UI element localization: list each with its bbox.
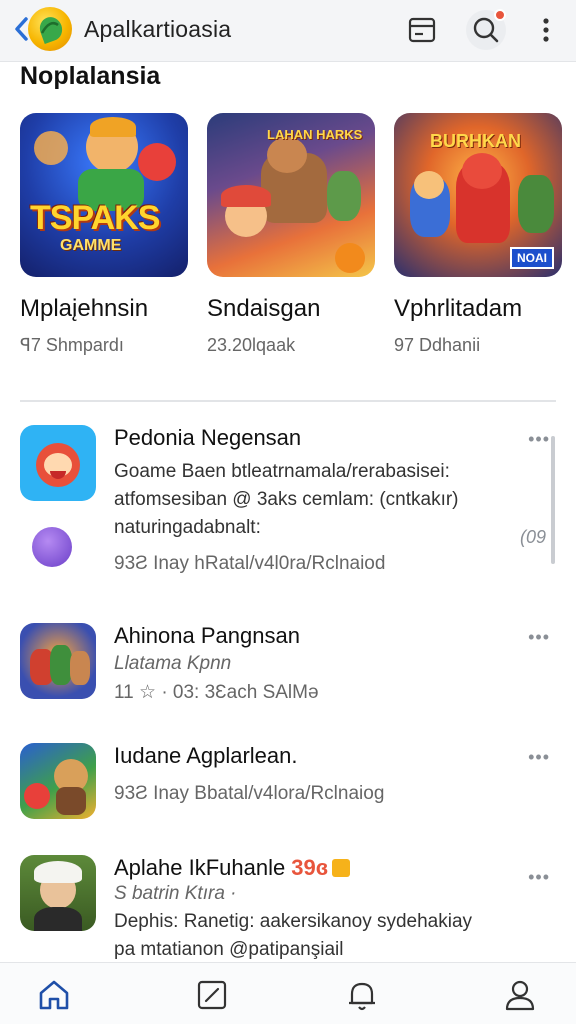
- game-thumbnail[interactable]: BURHKAN NOAI: [394, 113, 562, 277]
- edit-icon: [197, 980, 227, 1010]
- nav-profile[interactable]: [500, 975, 540, 1015]
- badge-count: 39ɞ: [291, 855, 329, 880]
- featured-name: Sndaisgan: [207, 295, 321, 322]
- thumbnail-word: TSPAKS: [30, 199, 160, 237]
- thumbnail-sub: GAMME: [60, 237, 122, 254]
- item-title: Aplahe IkFuhanle 39ɞ: [114, 855, 351, 881]
- nav-home[interactable]: [34, 975, 74, 1015]
- list-item[interactable]: Aplahe IkFuhanle 39ɞ S batrin Ktıra · Dep…: [20, 855, 556, 960]
- card-icon: [408, 17, 436, 43]
- more-vertical-icon: [543, 18, 549, 42]
- item-more-button[interactable]: •••: [528, 429, 550, 450]
- app-icon[interactable]: [20, 425, 96, 501]
- list-item[interactable]: Ahinona Pangnsan Llatama Kpnn 11 ☆ · 03:…: [20, 623, 556, 703]
- bottom-navigation: [0, 962, 576, 1024]
- top-app-bar: Apalkartioasia: [0, 0, 576, 62]
- item-title: Ahinona Pangnsan: [114, 623, 300, 648]
- section-title: Noplalansia: [20, 62, 161, 90]
- nav-notifications[interactable]: [342, 975, 382, 1015]
- featured-name: Vphrlitadam: [394, 295, 523, 322]
- item-title: Pedonia Negensan: [114, 425, 302, 450]
- item-count: (09: [520, 527, 547, 547]
- app-icon[interactable]: [20, 623, 96, 699]
- avatar[interactable]: [20, 855, 96, 931]
- featured-card[interactable]: BURHKAN NOAI Vphrlitadam 97 Ddhanii: [394, 113, 562, 356]
- game-thumbnail[interactable]: LAHAN HARKS: [207, 113, 375, 277]
- item-more-button[interactable]: •••: [528, 627, 550, 648]
- item-subtitle: Llatama Kpnn: [114, 653, 232, 674]
- card-button[interactable]: [402, 10, 442, 50]
- item-more-button[interactable]: •••: [528, 867, 550, 888]
- app-logo: [28, 7, 72, 51]
- thumbnail-tag: NOAI: [510, 247, 554, 269]
- app-title: Apalkartioasia: [84, 16, 232, 42]
- featured-card[interactable]: TSPAKS GAMME Mplaįehnsin ꟼ7 Shmpardı: [20, 113, 188, 356]
- featured-card[interactable]: LAHAN HARKS Sndaisgan 23.20lqaak: [207, 113, 375, 356]
- profile-icon: [505, 980, 535, 1011]
- item-description: Dephis: Ranetig: aakersikanoy sydehakiay: [114, 911, 473, 932]
- item-description: pa mtatianon @patipanşiail: [114, 939, 344, 960]
- thumbnail-banner: BURHKAN: [430, 131, 521, 151]
- item-meta: 93Ƨ Inay hRatal/v4l0ra/Rclnaiod: [114, 553, 386, 574]
- item-meta: 93Ƨ Inay Bbatal/v4lora/Rclnaiog: [114, 783, 385, 804]
- item-description: Goame Baen btleatrnamala/rerabasisei:: [114, 461, 450, 482]
- mascot-icon: [32, 527, 72, 567]
- list-item[interactable]: Iudane Agplarlean. 93Ƨ Inay Bbatal/v4lor…: [20, 743, 556, 823]
- list-item[interactable]: Pedonia Negensan Goame Baen btleatrnamal…: [20, 425, 556, 585]
- app-icon[interactable]: [20, 743, 96, 819]
- featured-meta: ꟼ7 Shmpardı: [20, 335, 124, 355]
- item-title: Iudane Agplarlean.: [114, 743, 298, 768]
- featured-name: Mplaįehnsin: [20, 295, 149, 322]
- item-description: naturingadabnalt:: [114, 517, 261, 538]
- item-subtitle: S batrin Ktıra ·: [114, 883, 237, 904]
- home-icon: [39, 980, 69, 1010]
- coin-icon: [332, 859, 351, 877]
- item-description: atfomsesiban @ 3aks cemlam: (cntkakır): [114, 489, 459, 510]
- notification-dot: [494, 9, 506, 21]
- item-title-text: Aplahe IkFuhanle: [114, 855, 286, 880]
- scrollbar[interactable]: [551, 436, 555, 564]
- featured-meta: 97 Ddhanii: [394, 335, 481, 355]
- featured-meta: 23.20lqaak: [207, 335, 296, 355]
- nav-edit[interactable]: [192, 975, 232, 1015]
- item-meta: 11 ☆ · 03: 3Ɛach SAlMə: [114, 682, 319, 703]
- thumbnail-banner: LAHAN HARKS: [267, 127, 363, 142]
- game-thumbnail[interactable]: TSPAKS GAMME: [20, 113, 188, 277]
- section-divider: [20, 400, 556, 402]
- bell-icon: [349, 982, 375, 1011]
- more-options-button[interactable]: [526, 10, 566, 50]
- item-more-button[interactable]: •••: [528, 747, 550, 768]
